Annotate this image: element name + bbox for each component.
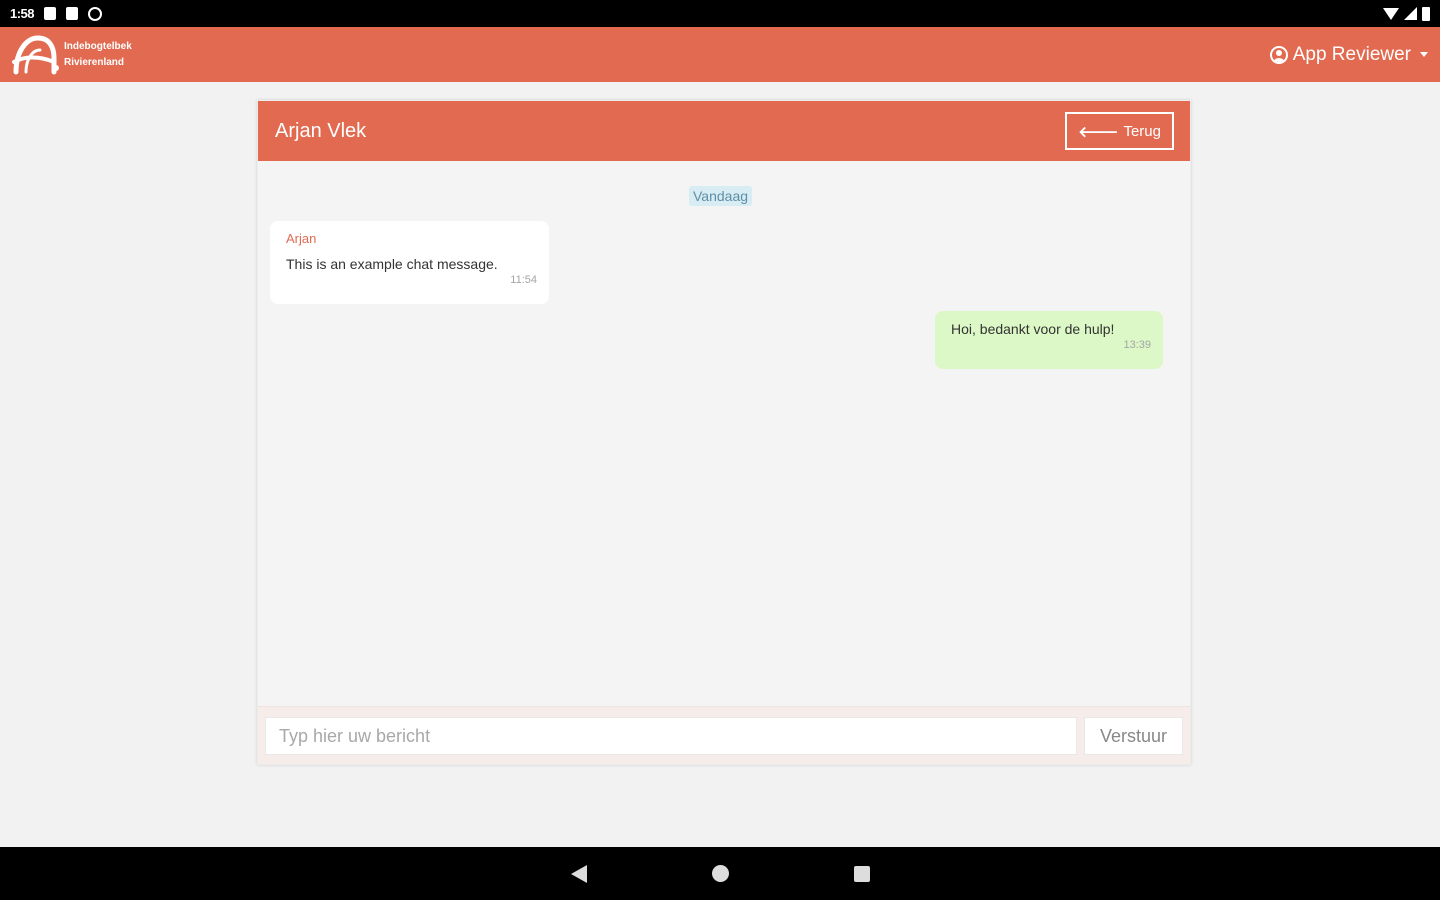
back-button[interactable]: 🡐 Terug <box>1065 112 1174 150</box>
caret-down-icon <box>1420 52 1428 57</box>
battery-icon <box>1422 6 1430 21</box>
contact-name: Arjan Vlek <box>275 119 367 142</box>
brand-logo-icon <box>12 34 59 74</box>
composer: Verstuur <box>258 706 1190 764</box>
nav-home-icon[interactable] <box>711 865 729 882</box>
arrow-left-icon: 🡐 <box>1078 123 1119 141</box>
nav-recents-icon[interactable] <box>853 865 870 882</box>
date-separator: Vandaag <box>689 186 753 206</box>
back-label: Terug <box>1123 122 1161 140</box>
app-bar: Indebogtelbek Rivierenland App Reviewer <box>0 27 1440 82</box>
chat-header: Arjan Vlek 🡐 Terug <box>258 101 1190 161</box>
nav-back-icon[interactable] <box>570 864 587 883</box>
message-time: 13:39 <box>1123 339 1151 351</box>
outgoing-message: Hoi, bedankt voor de hulp! 13:39 <box>935 311 1163 369</box>
status-left: 1:58 <box>10 6 103 21</box>
navigation-bar <box>0 847 1440 900</box>
message-text: Hoi, bedankt voor de hulp! <box>951 321 1115 337</box>
notification-icon <box>44 7 57 20</box>
message-time: 11:54 <box>510 274 537 286</box>
message-list[interactable]: Vandaag Arjan This is an example chat me… <box>258 161 1190 706</box>
message-text: This is an example chat message. <box>286 256 498 272</box>
user-menu[interactable]: App Reviewer <box>1269 43 1430 66</box>
status-right <box>1383 6 1430 21</box>
sync-icon <box>88 6 103 21</box>
brand[interactable]: Indebogtelbek Rivierenland <box>10 32 132 78</box>
brand-line-2: Rivierenland <box>64 56 125 68</box>
chat-panel: Arjan Vlek 🡐 Terug Vandaag Arjan This is… <box>257 100 1191 765</box>
message-input[interactable] <box>265 717 1077 755</box>
status-time: 1:58 <box>10 6 35 21</box>
brand-line-1: Indebogtelbek <box>64 40 132 52</box>
wifi-icon <box>1383 7 1399 20</box>
message-sender: Arjan <box>286 231 317 246</box>
signal-icon <box>1404 7 1417 20</box>
brand-text: Indebogtelbek Rivierenland <box>64 39 132 71</box>
user-circle-icon <box>1269 45 1288 64</box>
user-name: App Reviewer <box>1292 43 1411 65</box>
sd-card-icon <box>66 7 79 20</box>
status-bar: 1:58 <box>0 0 1440 27</box>
send-button[interactable]: Verstuur <box>1084 717 1183 755</box>
incoming-message: Arjan This is an example chat message. 1… <box>270 221 549 304</box>
